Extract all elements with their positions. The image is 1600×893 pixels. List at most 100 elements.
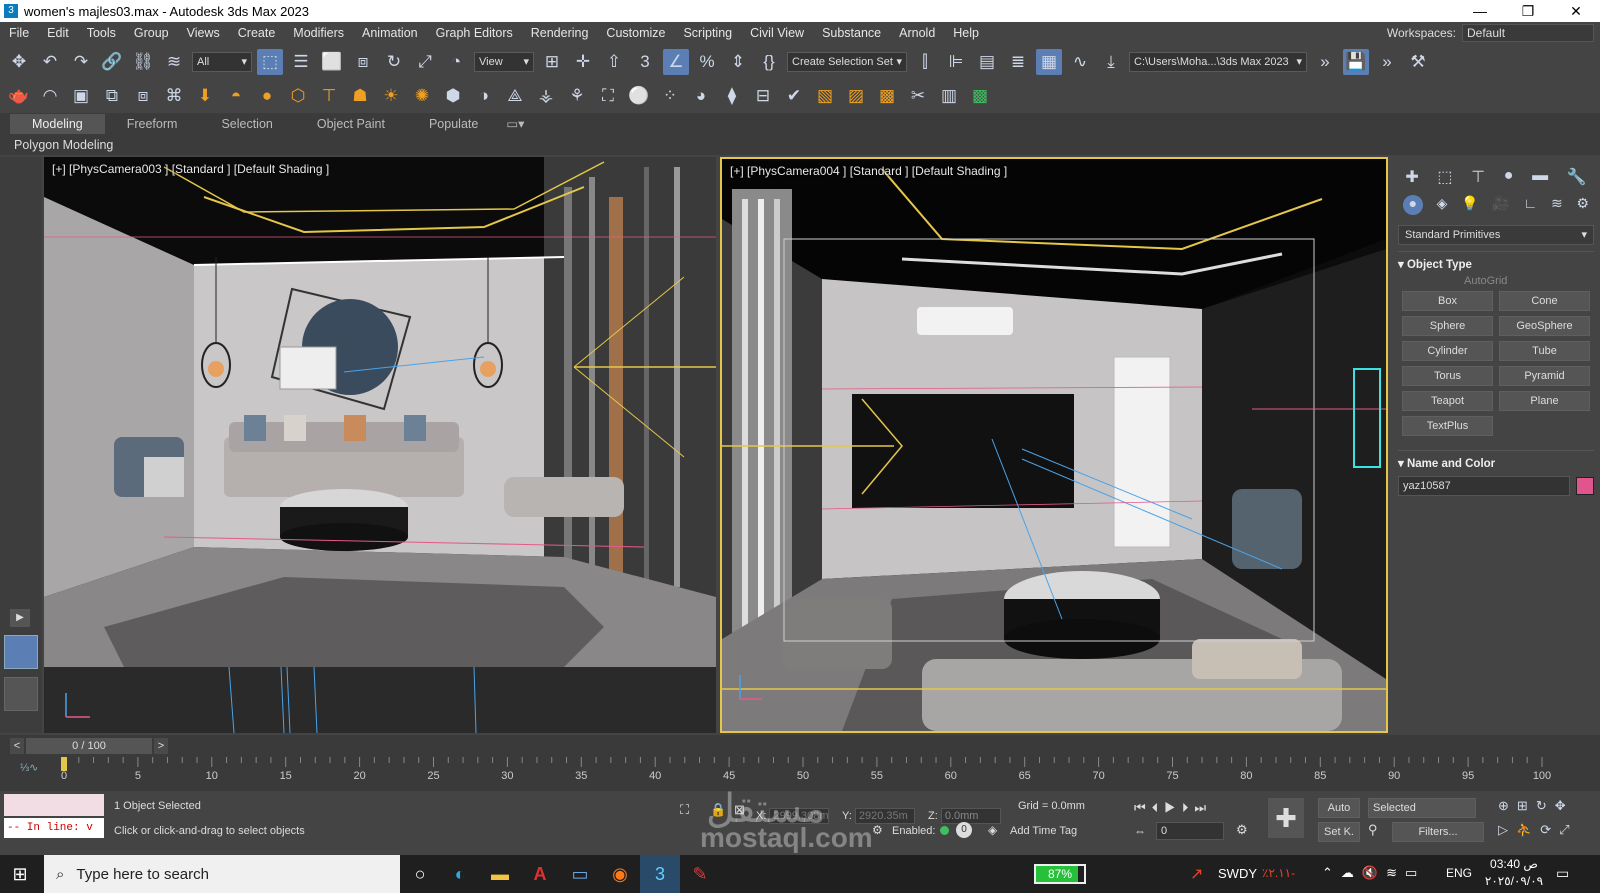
isolate-selection-icon[interactable]: ⛶ <box>680 802 689 818</box>
language-indicator[interactable]: ENG <box>1446 866 1472 880</box>
plane-button[interactable]: Plane <box>1499 391 1590 411</box>
menu-civil-view[interactable]: Civil View <box>741 26 813 40</box>
angle-snap-icon[interactable]: ∠ <box>663 49 689 75</box>
area-light-icon[interactable]: ⊤ <box>316 83 342 109</box>
schematic-view-icon[interactable]: ⤓ <box>1098 49 1124 75</box>
sphere-light-icon[interactable]: ● <box>254 83 280 109</box>
file-explorer-icon[interactable]: ▬ <box>480 855 520 893</box>
select-by-name-icon[interactable]: ☰ <box>288 49 314 75</box>
fp-icon-1[interactable]: ▧ <box>812 83 838 109</box>
z-field[interactable]: 0.0mm <box>940 808 1001 824</box>
render-sphere-icon[interactable]: ⚪ <box>626 83 652 109</box>
object-color-swatch[interactable] <box>1576 477 1594 495</box>
edit-named-sets-icon[interactable]: {} <box>756 49 782 75</box>
systems-icon[interactable]: ⚙ <box>1576 195 1589 215</box>
torus-icon[interactable]: ◠ <box>37 83 63 109</box>
set-key-big-icon[interactable]: ✚ <box>1268 798 1304 838</box>
autocad-icon[interactable]: A <box>520 855 560 893</box>
fur-icon[interactable]: ⚶ <box>533 83 559 109</box>
add-time-tag-label[interactable]: Add Time Tag <box>1010 825 1077 837</box>
menu-help[interactable]: Help <box>944 26 988 40</box>
key-mode-icon[interactable]: ⇔ <box>1134 824 1146 838</box>
menu-graph-editors[interactable]: Graph Editors <box>427 26 522 40</box>
scene-explorer-icon[interactable]: ▤ <box>974 49 1000 75</box>
layer-explorer-icon[interactable]: ≣ <box>1005 49 1031 75</box>
cylinder-button[interactable]: Cylinder <box>1402 341 1493 361</box>
tab-freeform[interactable]: Freeform <box>105 114 200 134</box>
display-tab-icon[interactable]: ▬ <box>1532 167 1548 187</box>
proxy-icon[interactable]: ⟁ <box>502 83 528 109</box>
minimize-button[interactable]: — <box>1456 0 1504 22</box>
maximize-viewport-icon[interactable]: ⤢ <box>1559 822 1577 837</box>
mesh-light-icon[interactable]: ☗ <box>347 83 373 109</box>
overflow-icon[interactable]: » <box>1374 49 1400 75</box>
menu-group[interactable]: Group <box>125 26 178 40</box>
dome-light-icon[interactable]: ◓ <box>223 83 249 109</box>
teapot-icon[interactable]: 🫖 <box>6 83 32 109</box>
sphere-button[interactable]: Sphere <box>1402 316 1493 336</box>
link-icon[interactable]: 🔗 <box>99 49 125 75</box>
menu-edit[interactable]: Edit <box>38 26 78 40</box>
menu-animation[interactable]: Animation <box>353 26 427 40</box>
green-panel-icon[interactable]: ▩ <box>967 83 993 109</box>
create-tab-icon[interactable]: ✚ <box>1405 167 1418 187</box>
align-icon[interactable]: ⊫ <box>943 49 969 75</box>
fp-icon-2[interactable]: ▨ <box>843 83 869 109</box>
selection-filter-dropdown[interactable]: All <box>192 52 252 72</box>
ribbon-options-icon[interactable]: ▭▾ <box>500 114 530 134</box>
object-name-field[interactable]: yaz10587 <box>1398 476 1570 496</box>
fov-icon[interactable]: ▷ <box>1498 822 1516 837</box>
next-frame-icon[interactable]: ⏵ <box>1182 800 1195 815</box>
left-viewport-label[interactable]: [+] [PhysCamera003 ] [Standard ] [Defaul… <box>52 162 329 176</box>
curve-editor-icon[interactable]: ∿ <box>1067 49 1093 75</box>
tray-chevron-icon[interactable]: ⌃ <box>1322 865 1341 880</box>
plant-icon[interactable]: ⚘ <box>564 83 590 109</box>
tool-wrench-icon[interactable]: ⚒ <box>1405 49 1431 75</box>
zoom-icon[interactable]: ⊕ <box>1498 798 1517 813</box>
go-to-start-icon[interactable]: ⏮ <box>1134 800 1152 815</box>
hierarchy-tab-icon[interactable]: ⊤ <box>1471 167 1485 187</box>
viewport-physcamera004[interactable]: [+] [PhysCamera004 ] [Standard ] [Defaul… <box>720 157 1388 733</box>
cone-button[interactable]: Cone <box>1499 291 1590 311</box>
current-frame-marker[interactable] <box>61 757 67 771</box>
prev-frame-arrow-icon[interactable]: < <box>10 738 24 754</box>
scale-icon[interactable]: ⤢ <box>412 49 438 75</box>
percent-snap-icon[interactable]: % <box>694 49 720 75</box>
polygon-modeling-bar[interactable]: Polygon Modeling <box>0 135 1600 155</box>
select-manipulate-icon[interactable]: ✛ <box>570 49 596 75</box>
material-sphere-icon[interactable]: ◑ <box>471 83 497 109</box>
expand-layouts-icon[interactable]: ▶ <box>10 609 30 627</box>
spot-light-icon[interactable]: ⬇ <box>192 83 218 109</box>
notification-icon[interactable]: ▭ <box>1556 865 1569 882</box>
tab-object-paint[interactable]: Object Paint <box>295 114 407 134</box>
redo-icon[interactable]: ↷ <box>68 49 94 75</box>
object-type-rollout[interactable]: Object Type <box>1398 251 1594 271</box>
key-selected-dropdown[interactable]: Selected <box>1368 798 1476 818</box>
move-icon[interactable]: ✥ <box>6 49 32 75</box>
remote-desktop-icon[interactable]: ▭ <box>560 855 600 893</box>
table-icon[interactable]: ▥ <box>936 83 962 109</box>
walk-icon[interactable]: ⛹ <box>1516 822 1540 837</box>
motion-tab-icon[interactable]: ● <box>1504 167 1514 187</box>
orbit-icon[interactable]: ↻ <box>1536 798 1555 813</box>
time-slider-thumb[interactable]: 0 / 100 <box>26 738 152 754</box>
unlink-icon[interactable]: ⛓ <box>130 49 156 75</box>
project-path-dropdown[interactable]: C:\Users\Moha...\3ds Max 2023 <box>1129 52 1307 72</box>
volume-mute-icon[interactable]: 🔇 <box>1362 865 1386 880</box>
vray-logo-icon[interactable]: ✔ <box>781 83 807 109</box>
geosphere-button[interactable]: GeoSphere <box>1499 316 1590 336</box>
edge-icon[interactable]: ◐ <box>440 855 480 893</box>
go-to-end-icon[interactable]: ⏭ <box>1194 800 1212 815</box>
tab-modeling[interactable]: Modeling <box>10 114 105 134</box>
menu-file[interactable]: File <box>0 26 38 40</box>
place-icon[interactable]: ◔ <box>443 49 469 75</box>
app-icon-ink[interactable]: ✎ <box>680 855 720 893</box>
ribbon-toggle-icon[interactable]: ▦ <box>1036 49 1062 75</box>
tube-button[interactable]: Tube <box>1499 341 1590 361</box>
undo-icon[interactable]: ↶ <box>37 49 63 75</box>
stock-ticker[interactable]: SWDY <box>1218 866 1257 881</box>
selection-set-dropdown[interactable]: Create Selection Set <box>787 52 907 72</box>
autogrid-checkbox[interactable]: AutoGrid <box>1464 275 1600 287</box>
maxscript-mini-listener[interactable]: -- In line: v <box>4 818 104 838</box>
skylight-icon[interactable]: ✺ <box>409 83 435 109</box>
